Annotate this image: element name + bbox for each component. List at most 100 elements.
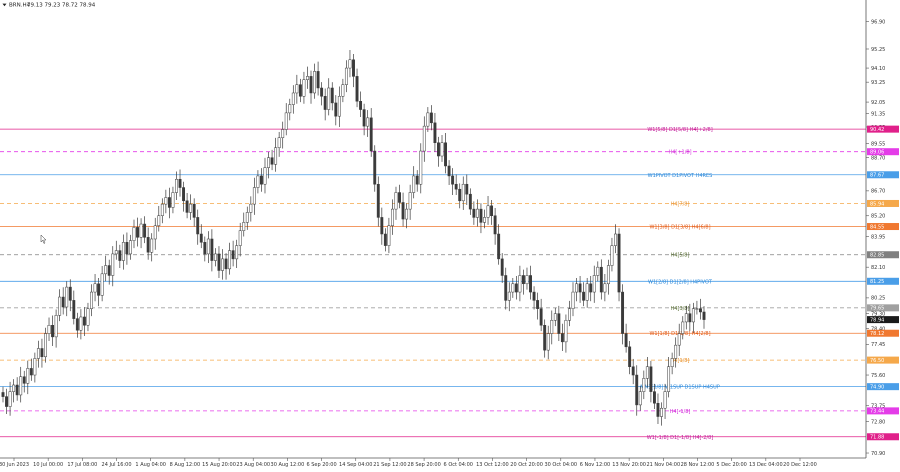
x-tick-label: 28 Sep 20:00 — [407, 462, 440, 468]
level-price-tag-text: 79.65 — [870, 306, 884, 312]
y-tick-label: 89.55 — [871, 141, 885, 147]
candle-body — [585, 283, 589, 301]
candle-body — [288, 104, 292, 114]
candle-body — [599, 266, 603, 293]
candle-body — [157, 215, 161, 226]
y-tick-label: 95.25 — [871, 47, 885, 53]
candle-body — [681, 321, 685, 334]
level-price-tag-text: 76.50 — [870, 358, 884, 364]
level-label: W1[3/8] D1[3/8] H4[6/8] — [649, 225, 710, 231]
candle-body — [546, 333, 550, 351]
candle-body — [376, 183, 380, 218]
candle-body — [560, 333, 564, 343]
level-price-tag-text: 73.44 — [870, 409, 884, 415]
candle-body — [256, 175, 260, 188]
candle-body — [217, 253, 221, 271]
candle-body — [178, 178, 182, 188]
y-tick-label: 83.95 — [871, 234, 885, 240]
candle-body — [136, 227, 139, 238]
candle-body — [192, 203, 196, 218]
candle-body — [121, 242, 125, 261]
candle-body — [160, 203, 164, 216]
x-tick-label: 13 Nov 20:00 — [612, 462, 646, 468]
level-price-tag-text: 82.85 — [870, 253, 884, 259]
candle-body — [415, 175, 419, 185]
candle-body — [242, 222, 246, 231]
candle-body — [19, 376, 23, 396]
candle-body — [118, 250, 122, 261]
candle-body — [536, 300, 540, 309]
candle-body — [129, 240, 132, 255]
candle-body — [550, 320, 554, 334]
candle-body — [352, 59, 355, 77]
candle-body — [249, 203, 253, 213]
candle-body — [532, 291, 536, 301]
candle-body — [221, 258, 224, 271]
level-price-tag-text: 74.90 — [870, 384, 884, 390]
candle-body — [15, 384, 19, 396]
candle-body — [316, 71, 320, 89]
x-tick-label: 6 Sep 20:00 — [306, 462, 336, 468]
candle-body — [493, 215, 497, 235]
x-tick-label: 5 Dec 20:00 — [716, 462, 746, 468]
candle-body — [150, 238, 154, 253]
level-label: H4[7/8] — [671, 201, 690, 207]
candle-body — [54, 315, 58, 338]
candle-body — [143, 223, 147, 238]
candle-body — [652, 391, 656, 404]
candle-body — [284, 112, 288, 130]
y-tick-label: 96.90 — [871, 19, 885, 25]
candle-body — [617, 233, 621, 293]
level-label: W1[2/8] D1[2/8] H4PIVOT — [648, 279, 713, 285]
y-tick-label: 75.60 — [871, 373, 885, 379]
y-tick-label: 85.20 — [871, 214, 885, 220]
x-tick-label: 21 Nov 04:00 — [646, 462, 680, 468]
candle-body — [29, 368, 33, 376]
candle-body — [401, 202, 405, 220]
candle-body — [196, 217, 200, 235]
candle-body — [295, 84, 299, 94]
candle-body — [306, 76, 309, 80]
x-tick-label: 1 Aug 04:00 — [135, 462, 166, 468]
x-tick-label: 21 Sep 12:00 — [373, 462, 406, 468]
candle-body — [298, 84, 302, 97]
candle-body — [610, 245, 614, 266]
candle-body — [281, 129, 285, 139]
candle-body — [132, 227, 136, 241]
candle-body — [390, 208, 394, 226]
candle-body — [518, 275, 522, 293]
x-tick-label: 13 Oct 12:00 — [476, 462, 509, 468]
level-price-tag-text: 71.88 — [870, 435, 884, 441]
candle-body — [44, 333, 47, 358]
candle-body — [564, 320, 568, 343]
candle-body — [369, 117, 373, 152]
price-chart[interactable]: W1[5/8] D1[5/8] H4[+2/8] H4[+1/8] W1PIVOT … — [0, 0, 900, 468]
candle-body — [203, 242, 207, 255]
candle-body — [638, 391, 642, 406]
candle-body — [93, 283, 97, 293]
candle-body — [472, 208, 476, 218]
level-label: W1[5/8] D1[5/8] H4[+2/8] — [647, 127, 712, 133]
candle-body — [461, 183, 465, 202]
candle-body — [341, 84, 345, 97]
candle-body — [383, 233, 387, 246]
candle-body — [330, 87, 334, 104]
candle-body — [259, 175, 263, 185]
candle-body — [398, 192, 401, 203]
candle-body — [5, 396, 8, 407]
ohlc-readout: 79.13 79.23 78.72 78.94 — [27, 2, 96, 8]
candle-body — [387, 225, 391, 246]
candle-body — [65, 286, 69, 308]
candle-body — [380, 217, 384, 235]
candle-body — [497, 233, 501, 260]
candle-body — [479, 208, 483, 223]
candle-body — [199, 233, 203, 243]
level-label: W1[-1/8] D1[-1/8] H4[-2/8] — [647, 435, 714, 441]
candle-body — [405, 208, 409, 220]
y-tick-label: 70.90 — [871, 451, 885, 457]
candle-body — [146, 237, 150, 253]
candle-body — [451, 175, 455, 185]
candle-body — [33, 358, 37, 376]
candle-body — [359, 101, 363, 110]
candle-body — [167, 197, 171, 208]
